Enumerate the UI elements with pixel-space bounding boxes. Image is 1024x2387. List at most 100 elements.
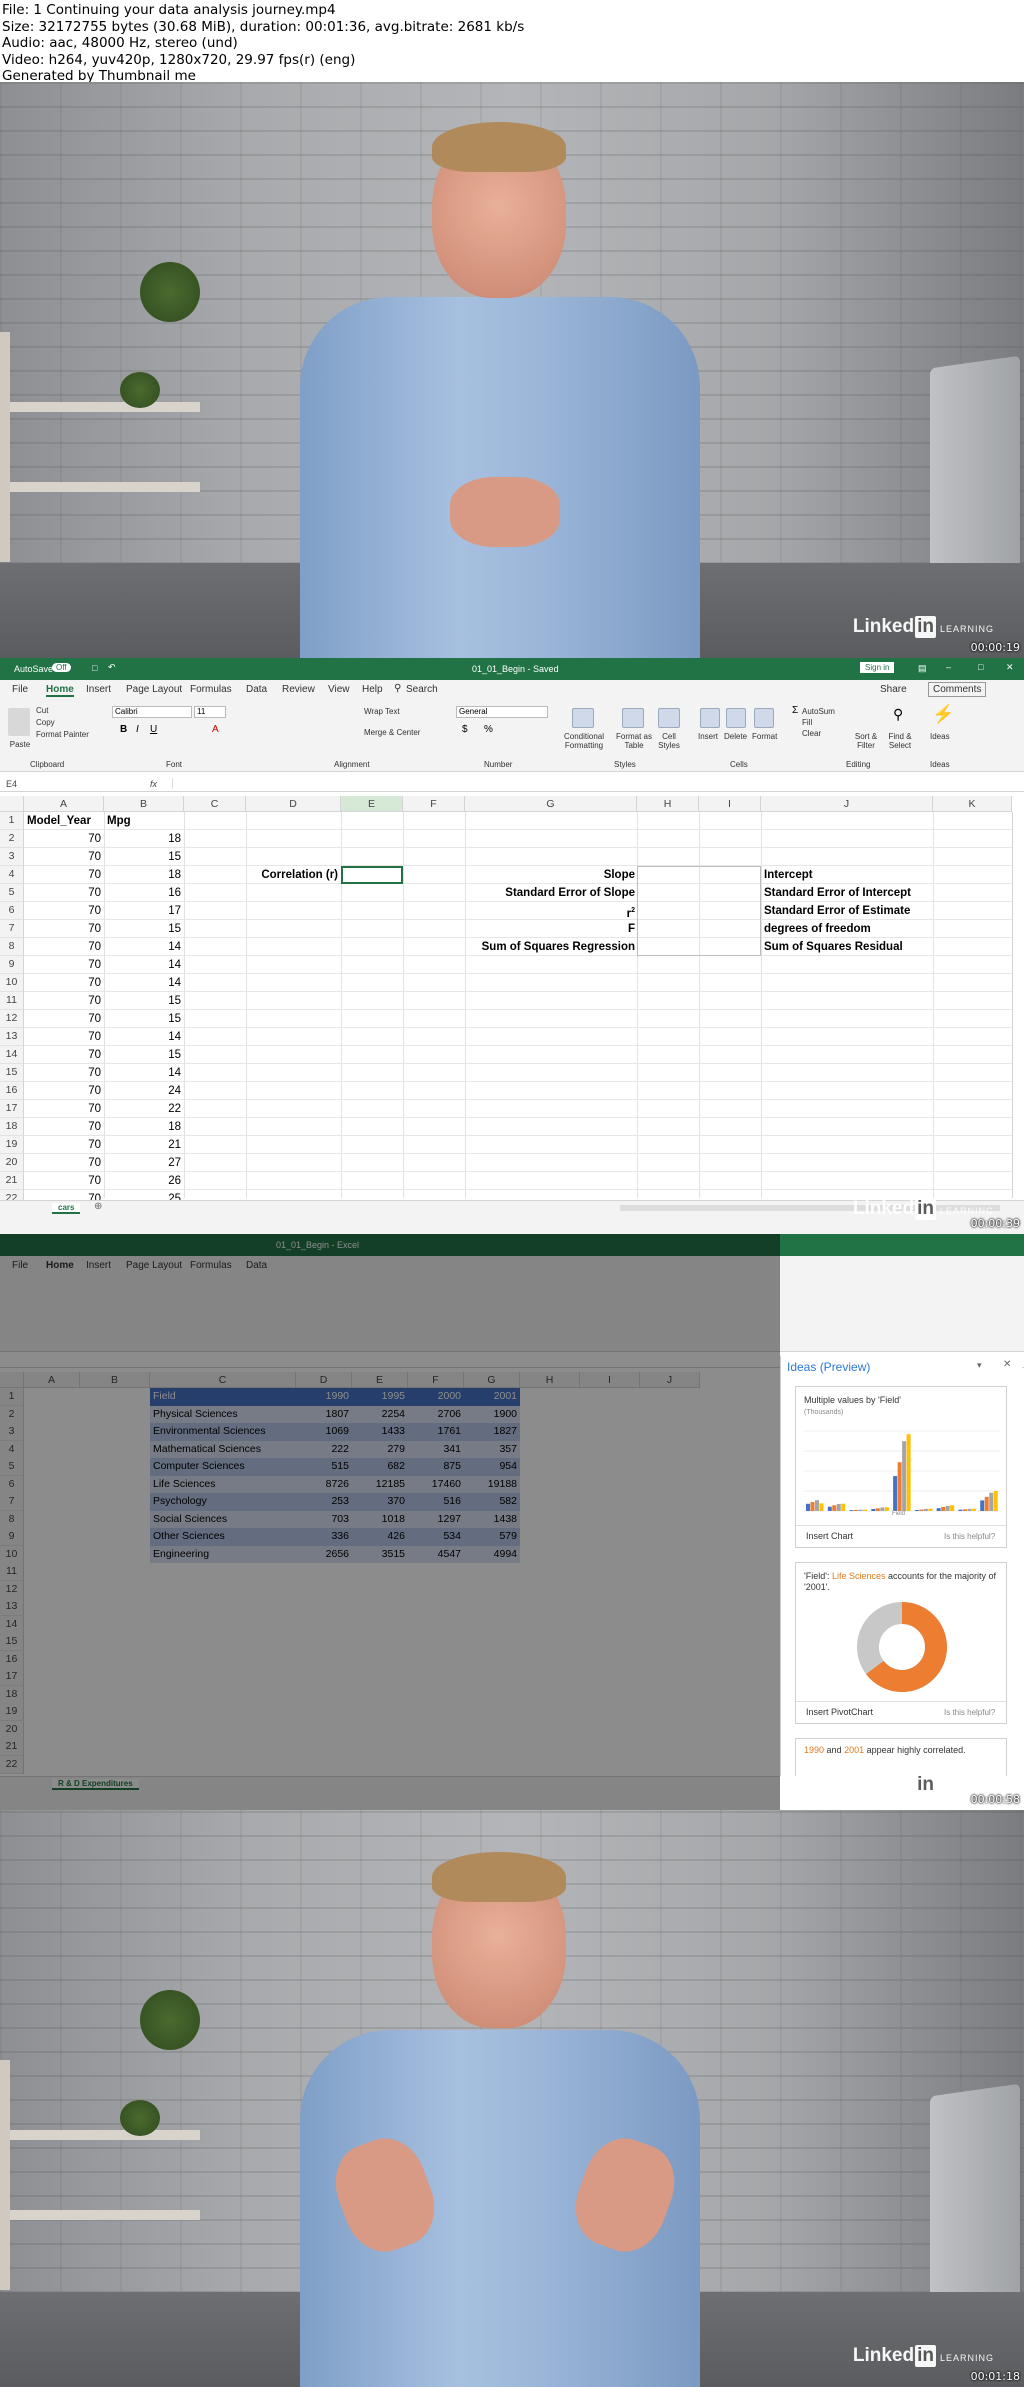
conditional-formatting-button[interactable]: Conditional Formatting	[560, 732, 608, 750]
data-cell-mpg[interactable]: 27	[107, 1154, 181, 1172]
row-header[interactable]: 3	[0, 848, 24, 866]
column-header[interactable]: K	[933, 796, 1012, 812]
data-cell-mpg[interactable]: 24	[107, 1082, 181, 1100]
tab-insert[interactable]: Insert	[86, 684, 111, 695]
data-cell-model-year[interactable]: 70	[27, 956, 101, 974]
tab-help[interactable]: Help	[362, 684, 383, 695]
column-header[interactable]: D	[246, 796, 341, 812]
search-box[interactable]: Search	[406, 684, 438, 695]
tab-home[interactable]: Home	[46, 684, 74, 697]
data-cell-model-year[interactable]: 70	[27, 884, 101, 902]
row-header[interactable]: 9	[0, 956, 24, 974]
row-header[interactable]: 19	[0, 1136, 24, 1154]
data-cell-mpg[interactable]: 14	[107, 956, 181, 974]
data-cell-mpg[interactable]: 17	[107, 902, 181, 920]
share-button[interactable]: Share	[880, 684, 907, 695]
row-header[interactable]: 17	[0, 1100, 24, 1118]
row-header[interactable]: 7	[0, 920, 24, 938]
data-cell-model-year[interactable]: 70	[27, 938, 101, 956]
paste-button[interactable]: Paste	[8, 740, 32, 749]
fx-icon[interactable]: fx	[150, 779, 157, 789]
row-header[interactable]: 13	[0, 1028, 24, 1046]
insert-cells-icon[interactable]	[700, 708, 720, 728]
column-header[interactable]: C	[184, 796, 246, 812]
format-painter-button[interactable]: Format Painter	[36, 730, 89, 739]
data-cell-mpg[interactable]: 18	[107, 866, 181, 884]
idea-card-chart[interactable]: Multiple values by 'Field' (Thousands) F…	[795, 1386, 1007, 1548]
data-cell-model-year[interactable]: 70	[27, 992, 101, 1010]
data-cell-model-year[interactable]: 70	[27, 902, 101, 920]
data-cell-mpg[interactable]: 16	[107, 884, 181, 902]
row-header[interactable]: 15	[0, 1064, 24, 1082]
chevron-down-icon[interactable]: ▾	[977, 1360, 982, 1371]
data-cell-mpg[interactable]: 14	[107, 1028, 181, 1046]
data-cell-model-year[interactable]: 70	[27, 1010, 101, 1028]
row-header[interactable]: 21	[0, 1172, 24, 1190]
font-name-select[interactable]: Calibri	[112, 706, 192, 718]
data-cell-model-year[interactable]: 70	[27, 974, 101, 992]
data-cell-model-year[interactable]: 70	[27, 1154, 101, 1172]
autosum-button[interactable]: AutoSum	[802, 707, 835, 716]
ribbon-display-icon[interactable]: ▤	[918, 663, 927, 674]
delete-cells-button[interactable]: Delete	[724, 732, 747, 741]
delete-cells-icon[interactable]	[726, 708, 746, 728]
autosave-toggle[interactable]: Off	[52, 663, 71, 672]
helpful-link[interactable]: Is this helpful?	[944, 1532, 995, 1541]
row-header[interactable]: 2	[0, 830, 24, 848]
insert-chart-button[interactable]: Insert Chart	[806, 1531, 853, 1541]
find-icon[interactable]: ⚲	[893, 706, 903, 723]
column-header[interactable]: I	[699, 796, 761, 812]
save-icon[interactable]: □	[92, 663, 97, 673]
idea-card-pivot[interactable]: 'Field': Life Sciences accounts for the …	[795, 1562, 1007, 1724]
column-header[interactable]: J	[761, 796, 933, 812]
currency-icon[interactable]: $	[462, 724, 468, 735]
bold-icon[interactable]: B	[120, 724, 127, 735]
cell-styles-icon[interactable]	[658, 708, 680, 728]
helpful-link[interactable]: Is this helpful?	[944, 1708, 995, 1717]
tab-review[interactable]: Review	[282, 684, 315, 695]
merge-center-button[interactable]: Merge & Center	[364, 728, 420, 737]
data-cell-model-year[interactable]: 70	[27, 1118, 101, 1136]
cell-styles-button[interactable]: Cell Styles	[652, 732, 686, 750]
insert-cells-button[interactable]: Insert	[698, 732, 718, 741]
name-box[interactable]: E4	[6, 779, 17, 789]
column-header[interactable]: G	[465, 796, 637, 812]
add-sheet-icon[interactable]: ⊕	[94, 1201, 102, 1212]
data-cell-mpg[interactable]: 18	[107, 1118, 181, 1136]
sheet-tab-cars[interactable]: cars	[52, 1203, 81, 1214]
ideas-button[interactable]: Ideas	[930, 732, 950, 741]
undo-icon[interactable]: ↶	[108, 662, 116, 673]
row-header[interactable]: 10	[0, 974, 24, 992]
find-select-button[interactable]: Find & Select	[884, 732, 916, 750]
row-header[interactable]: 6	[0, 902, 24, 920]
close-icon[interactable]: ✕	[1003, 1359, 1011, 1370]
comments-button[interactable]: Comments	[928, 682, 987, 697]
tab-formulas[interactable]: Formulas	[190, 684, 232, 695]
lightning-icon[interactable]: ⚡	[932, 704, 954, 725]
row-header[interactable]: 14	[0, 1046, 24, 1064]
data-cell-mpg[interactable]: 18	[107, 830, 181, 848]
font-color-icon[interactable]: A	[212, 724, 219, 735]
data-cell-model-year[interactable]: 70	[27, 1136, 101, 1154]
minimize-icon[interactable]: –	[946, 662, 951, 672]
sign-in-button[interactable]: Sign in	[860, 662, 895, 673]
row-header[interactable]: 18	[0, 1118, 24, 1136]
row-header[interactable]: 4	[0, 866, 24, 884]
wrap-text-button[interactable]: Wrap Text	[364, 707, 400, 716]
data-cell-mpg[interactable]: 26	[107, 1172, 181, 1190]
header-cell-model-year[interactable]: Model_Year	[27, 812, 101, 830]
format-cells-icon[interactable]	[754, 708, 774, 728]
data-cell-mpg[interactable]: 14	[107, 974, 181, 992]
data-cell-model-year[interactable]: 70	[27, 1028, 101, 1046]
column-header[interactable]: H	[637, 796, 699, 812]
sort-filter-button[interactable]: Sort & Filter	[850, 732, 882, 750]
italic-icon[interactable]: I	[136, 724, 139, 735]
select-all-corner[interactable]	[0, 796, 24, 812]
data-cell-mpg[interactable]: 15	[107, 1010, 181, 1028]
row-header[interactable]: 1	[0, 812, 24, 830]
column-header[interactable]: A	[24, 796, 104, 812]
data-cell-mpg[interactable]: 14	[107, 1064, 181, 1082]
idea-card-correlation[interactable]: 1990 and 2001 appear highly correlated.	[795, 1738, 1007, 1776]
paste-icon[interactable]	[8, 708, 30, 736]
number-format-select[interactable]: General	[456, 706, 548, 718]
